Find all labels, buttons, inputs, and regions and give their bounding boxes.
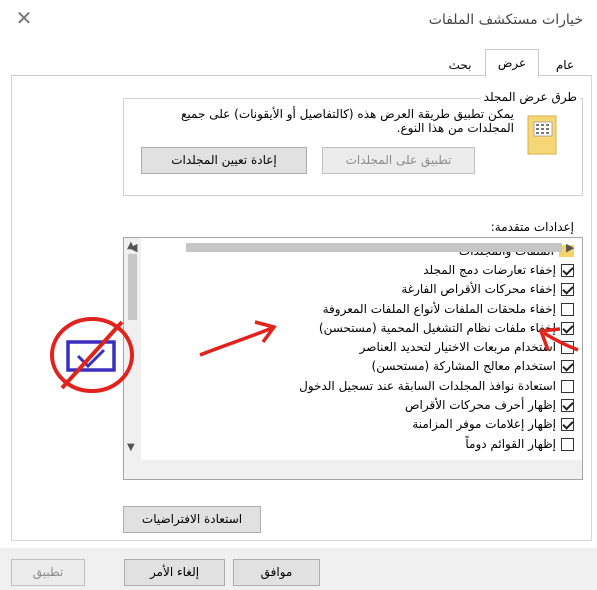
list-item-label: إظهار القوائم دوماً [465, 437, 556, 451]
checkbox[interactable] [561, 379, 574, 393]
restore-defaults-button[interactable]: استعادة الافتراضيات [123, 506, 261, 533]
tab-general[interactable]: عام [545, 54, 585, 76]
checkbox[interactable] [561, 340, 574, 354]
cancel-button[interactable]: إلغاء الأمر [124, 559, 225, 586]
list-item[interactable]: استعادة نوافذ المجلدات السابقة عند تسجيل… [299, 377, 574, 395]
advanced-settings-list[interactable]: الملفات والمجلدات إخفاء تعارضات دمج المج… [123, 237, 583, 480]
window-title: خيارات مستكشف الملفات [428, 12, 583, 28]
folder-views-description: يمكن تطبيق طريقة العرض هذه (كالتفاصيل أو… [181, 107, 514, 135]
list-item[interactable]: إظهار أحرف محركات الأقراص [405, 396, 574, 414]
list-item[interactable]: إخفاء ملفات نظام التشغيل المحمية (مستحسن… [319, 319, 574, 337]
list-item[interactable]: إخفاء تعارضات دمج المجلد [423, 261, 574, 279]
list-item-label: إخفاء ملحقات الملفات لأنواع الملفات المع… [322, 302, 556, 316]
list-item-label: إخفاء ملفات نظام التشغيل المحمية (مستحسن… [318, 321, 556, 335]
list-item-label: استخدام معالج المشاركة (مستحسن) [371, 359, 556, 373]
horizontal-scrollbar[interactable] [124, 460, 582, 479]
apply-button[interactable]: تطبيق [11, 559, 85, 586]
list-item[interactable]: إخفاء محركات الأقراص الفارغة [401, 280, 574, 298]
folder-views-legend: طرق عرض المجلد [480, 90, 580, 104]
checkbox[interactable] [561, 417, 574, 431]
folder-grid-icon [524, 112, 564, 158]
horizontal-scroll-thumb[interactable] [186, 243, 562, 252]
tab-view[interactable]: عرض [485, 49, 539, 78]
scroll-left-icon[interactable]: ◀ [129, 241, 137, 254]
list-item-label: إظهار أحرف محركات الأقراص [405, 398, 556, 412]
vertical-scroll-thumb[interactable] [128, 254, 137, 320]
list-item[interactable]: استخدام مربعات الاختيار لتحديد العناصر [360, 338, 574, 356]
tab-search[interactable]: بحث [437, 54, 483, 76]
list-item[interactable]: إخفاء ملحقات الملفات لأنواع الملفات المع… [323, 300, 574, 318]
list-item-label: استخدام مربعات الاختيار لتحديد العناصر [359, 340, 556, 354]
scroll-right-icon[interactable]: ▶ [566, 241, 574, 254]
checkbox[interactable] [561, 282, 574, 296]
checkbox[interactable] [561, 263, 574, 277]
list-item[interactable]: استخدام معالج المشاركة (مستحسن) [372, 357, 574, 375]
checkbox[interactable] [561, 359, 574, 373]
checkbox[interactable] [561, 321, 574, 335]
checkbox[interactable] [561, 398, 574, 412]
list-item[interactable]: إظهار القوائم دوماً [465, 435, 574, 453]
reset-folders-button[interactable]: إعادة تعيين المجلدات [141, 147, 307, 174]
list-item-label: إظهار إعلامات موفر المزامنة [412, 417, 556, 431]
scroll-down-icon[interactable]: ▼ [127, 442, 135, 453]
close-icon[interactable]: ✕ [12, 6, 36, 30]
apply-to-folders-button[interactable]: تطبيق على المجلدات [322, 147, 475, 174]
list-item[interactable]: إظهار إعلامات موفر المزامنة [412, 415, 574, 433]
list-item-label: إخفاء محركات الأقراص الفارغة [401, 282, 556, 296]
checkbox[interactable] [561, 302, 574, 316]
checkbox[interactable] [561, 437, 574, 451]
ok-button[interactable]: موافق [233, 559, 320, 586]
advanced-settings-label: إعدادات متقدمة: [490, 220, 574, 234]
list-item-label: استعادة نوافذ المجلدات السابقة عند تسجيل… [299, 379, 556, 393]
list-item-label: إخفاء تعارضات دمج المجلد [423, 263, 556, 277]
